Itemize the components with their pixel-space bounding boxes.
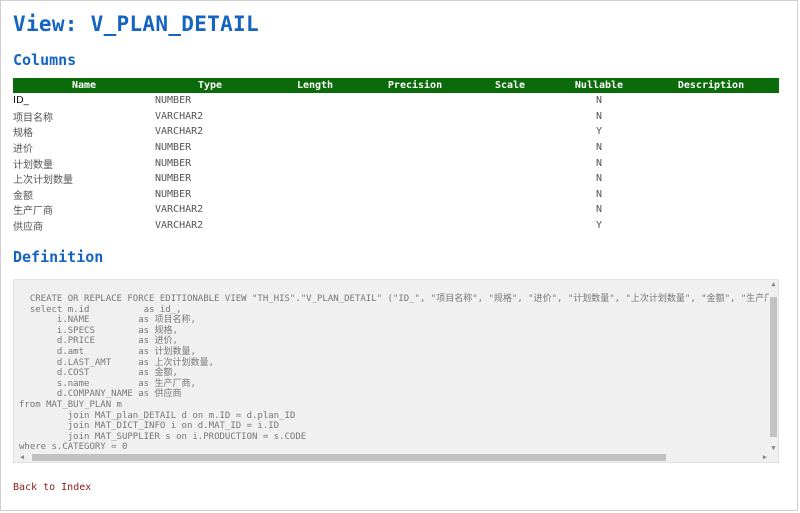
cell-length (265, 124, 365, 140)
vertical-scrollbar[interactable]: ▲ ▼ (769, 280, 778, 462)
cell-description (643, 140, 779, 156)
cell-description (643, 218, 779, 234)
cell-length (265, 140, 365, 156)
cell-nullable: N (595, 188, 603, 200)
columns-heading: Columns (13, 51, 77, 69)
column-header-type: Type (155, 78, 265, 93)
cell-precision (365, 202, 465, 218)
cell-nullable: N (595, 95, 603, 107)
definition-code-box[interactable]: CREATE OR REPLACE FORCE EDITIONABLE VIEW… (13, 279, 779, 463)
scroll-up-icon[interactable]: ▲ (770, 280, 777, 288)
cell-name: 规格 (13, 128, 33, 140)
cell-name: 计划数量 (13, 159, 53, 171)
cell-precision (365, 124, 465, 140)
page-content: View: V_PLAN_DETAIL Columns Name Type Leng… (13, 11, 779, 493)
column-header-precision: Precision (365, 78, 465, 93)
column-header-length: Length (265, 78, 365, 93)
table-row: 供应商 VARCHAR2 Y (13, 218, 779, 234)
cell-name: 上次计划数量 (13, 175, 73, 187)
cell-nullable: N (595, 157, 603, 169)
cell-scale (465, 218, 555, 234)
cell-scale (465, 93, 555, 109)
horizontal-scrollbar[interactable]: ◀ ▶ (14, 452, 771, 462)
table-row: 项目名称 VARCHAR2 N (13, 109, 779, 125)
cell-length (265, 155, 365, 171)
table-row: 上次计划数量 NUMBER N (13, 171, 779, 187)
definition-sql: CREATE OR REPLACE FORCE EDITIONABLE VIEW… (19, 294, 774, 453)
horizontal-scroll-thumb[interactable] (32, 454, 666, 461)
cell-length (265, 109, 365, 125)
cell-length (265, 171, 365, 187)
table-row: 规格 VARCHAR2 Y (13, 124, 779, 140)
cell-precision (365, 93, 465, 109)
back-to-index-link[interactable]: Back to Index (13, 482, 91, 493)
page-frame: View: V_PLAN_DETAIL Columns Name Type Leng… (0, 0, 798, 511)
columns-table: Name Type Length Precision Scale Nullable Desc… (13, 78, 779, 233)
cell-description (643, 155, 779, 171)
cell-description (643, 202, 779, 218)
column-header-description: Description (643, 78, 779, 93)
cell-length (265, 93, 365, 109)
definition-heading: Definition (13, 248, 104, 266)
column-header-nullable: Nullable (555, 78, 643, 93)
cell-scale (465, 155, 555, 171)
vertical-scroll-thumb[interactable] (770, 297, 777, 437)
cell-precision (365, 171, 465, 187)
cell-length (265, 202, 365, 218)
cell-type: NUMBER (155, 173, 192, 185)
cell-type: VARCHAR2 (155, 126, 204, 138)
cell-scale (465, 187, 555, 203)
table-header-row: Name Type Length Precision Scale Nullable Desc… (13, 78, 779, 93)
cell-scale (465, 202, 555, 218)
cell-scale (465, 140, 555, 156)
cell-precision (365, 218, 465, 234)
cell-length (265, 218, 365, 234)
cell-name: 供应商 (13, 222, 43, 234)
scroll-right-icon[interactable]: ▶ (761, 453, 769, 461)
cell-type: NUMBER (155, 188, 192, 200)
cell-name: 项目名称 (13, 112, 53, 124)
cell-precision (365, 140, 465, 156)
cell-nullable: Y (595, 126, 603, 138)
cell-nullable: N (595, 173, 603, 185)
cell-name: 进价 (13, 144, 33, 156)
column-header-scale: Scale (465, 78, 555, 93)
cell-nullable: Y (595, 220, 603, 232)
cell-description (643, 171, 779, 187)
cell-name: 金额 (13, 190, 33, 202)
cell-length (265, 187, 365, 203)
cell-scale (465, 109, 555, 125)
table-row: 计划数量 NUMBER N (13, 155, 779, 171)
cell-name: 生产厂商 (13, 206, 53, 218)
cell-nullable: N (595, 110, 603, 122)
cell-description (643, 109, 779, 125)
cell-nullable: N (595, 142, 603, 154)
table-row: 生产厂商 VARCHAR2 N (13, 202, 779, 218)
page-title: View: V_PLAN_DETAIL (13, 12, 259, 36)
table-row: 进价 NUMBER N (13, 140, 779, 156)
cell-type: VARCHAR2 (155, 110, 204, 122)
cell-nullable: N (595, 204, 603, 216)
scroll-left-icon[interactable]: ◀ (18, 453, 26, 461)
cell-description (643, 124, 779, 140)
scroll-down-icon[interactable]: ▼ (770, 444, 777, 452)
table-body: ID_ NUMBER N 项目名称 VARCHAR2 N 规格 VARCHAR2 Y 进价 NUMB… (13, 93, 779, 233)
cell-scale (465, 124, 555, 140)
cell-description (643, 187, 779, 203)
cell-scale (465, 171, 555, 187)
table-row: 金额 NUMBER N (13, 187, 779, 203)
cell-precision (365, 109, 465, 125)
cell-precision (365, 155, 465, 171)
cell-name: ID_ (13, 95, 29, 107)
table-row: ID_ NUMBER N (13, 93, 779, 109)
cell-type: NUMBER (155, 95, 192, 107)
cell-type: VARCHAR2 (155, 220, 204, 232)
cell-type: NUMBER (155, 142, 192, 154)
cell-type: NUMBER (155, 157, 192, 169)
cell-precision (365, 187, 465, 203)
column-header-name: Name (13, 78, 155, 93)
cell-description (643, 93, 779, 109)
cell-type: VARCHAR2 (155, 204, 204, 216)
